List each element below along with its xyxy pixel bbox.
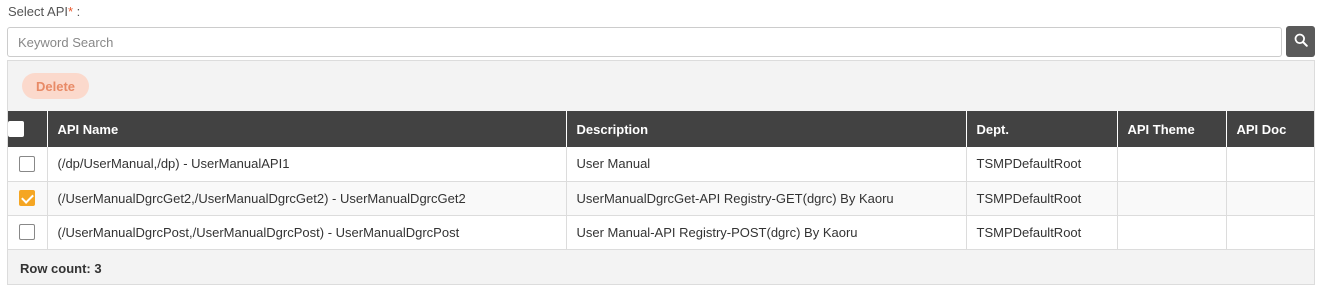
api-doc-cell [1226, 181, 1314, 216]
api-grid-panel: Delete API Name Description Dept. API Th… [7, 60, 1315, 285]
row-select-cell [8, 181, 48, 216]
dept-cell: TSMPDefaultRoot [966, 215, 1118, 250]
row-count: Row count: 3 [20, 261, 102, 276]
select-all-checkbox[interactable] [8, 121, 24, 138]
row-checkbox[interactable] [19, 156, 36, 173]
column-header-api-doc[interactable]: API Doc [1226, 111, 1314, 147]
delete-button[interactable]: Delete [22, 73, 89, 99]
column-header-dept[interactable]: Dept. [966, 111, 1118, 147]
search-button[interactable] [1286, 26, 1315, 57]
api-name-cell: (/UserManualDgrcPost,/UserManualDgrcPost… [47, 215, 567, 250]
row-checkbox-checked[interactable] [19, 190, 36, 207]
api-table: API Name Description Dept. API Theme API… [8, 111, 1314, 250]
row-select-cell [8, 147, 48, 182]
search-icon [1294, 33, 1308, 50]
column-header-description[interactable]: Description [566, 111, 967, 147]
select-all-cell [8, 111, 48, 147]
keyword-search-input[interactable] [7, 27, 1282, 57]
description-cell: User Manual-API Registry-POST(dgrc) By K… [566, 215, 967, 250]
api-doc-cell [1226, 147, 1314, 182]
api-name-cell: (/UserManualDgrcGet2,/UserManualDgrcGet2… [47, 181, 567, 216]
api-theme-cell [1117, 215, 1227, 250]
column-header-api-name[interactable]: API Name [47, 111, 567, 147]
label-text: Select API [8, 4, 68, 19]
table-row[interactable]: (/UserManualDgrcGet2,/UserManualDgrcGet2… [8, 181, 1314, 216]
api-theme-cell [1117, 147, 1227, 182]
column-header-api-theme[interactable]: API Theme [1117, 111, 1227, 147]
table-row[interactable]: (/UserManualDgrcPost,/UserManualDgrcPost… [8, 215, 1314, 250]
select-api-label: Select API* : [8, 4, 80, 19]
row-select-cell [8, 215, 48, 250]
table-header-row: API Name Description Dept. API Theme API… [8, 111, 1314, 147]
description-cell: UserManualDgrcGet-API Registry-GET(dgrc)… [566, 181, 967, 216]
api-theme-cell [1117, 181, 1227, 216]
dept-cell: TSMPDefaultRoot [966, 147, 1118, 182]
api-doc-cell [1226, 215, 1314, 250]
api-name-cell: (/dp/UserManual,/dp) - UserManualAPI1 [47, 147, 567, 182]
description-cell: User Manual [566, 147, 967, 182]
dept-cell: TSMPDefaultRoot [966, 181, 1118, 216]
row-checkbox[interactable] [19, 224, 36, 241]
table-row[interactable]: (/dp/UserManual,/dp) - UserManualAPI1 Us… [8, 147, 1314, 182]
label-suffix: : [73, 4, 81, 19]
